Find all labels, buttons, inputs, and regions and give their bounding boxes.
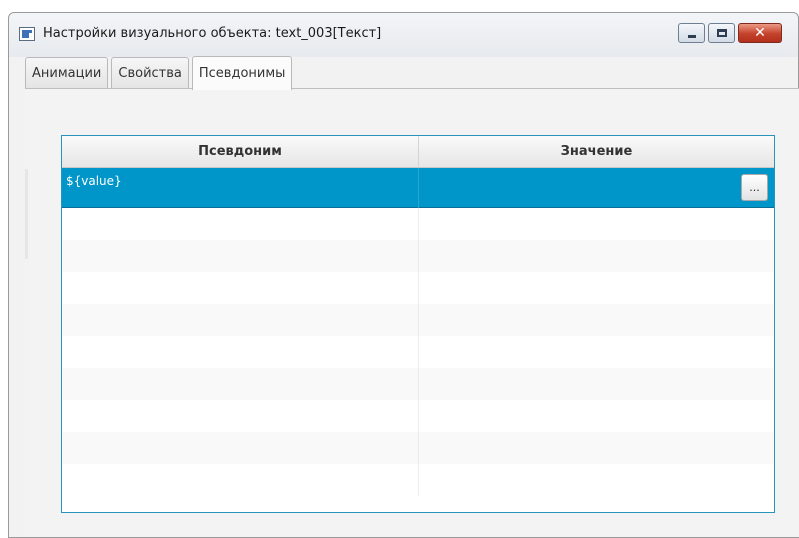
tab-content-panel: Псевдоним Значение ${value} ... <box>25 88 799 537</box>
empty-row <box>62 368 774 400</box>
column-header-value[interactable]: Значение <box>419 136 774 167</box>
table-header: Псевдоним Значение <box>62 136 774 168</box>
minimize-button[interactable] <box>678 23 705 43</box>
close-button[interactable]: ✕ <box>738 23 782 43</box>
title-bar[interactable]: Настройки визуального объекта: text_003[… <box>9 13 798 57</box>
empty-row <box>62 208 774 240</box>
tab-aliases[interactable]: Псевдонимы <box>191 56 293 90</box>
value-cell[interactable]: ... <box>419 168 774 208</box>
empty-row <box>62 304 774 336</box>
empty-row <box>62 272 774 304</box>
panel-edge <box>25 169 28 259</box>
window-app-icon[interactable] <box>19 27 35 41</box>
tab-animations[interactable]: Анимации <box>25 57 109 89</box>
empty-row <box>62 400 774 432</box>
minimize-icon <box>688 35 696 38</box>
close-icon: ✕ <box>754 25 766 41</box>
empty-row <box>62 336 774 368</box>
maximize-icon <box>717 29 727 37</box>
aliases-table: Псевдоним Значение ${value} ... <box>61 135 775 513</box>
empty-row <box>62 240 774 272</box>
maximize-button[interactable] <box>708 23 735 43</box>
empty-row <box>62 464 774 496</box>
settings-window: Настройки визуального объекта: text_003[… <box>8 12 799 538</box>
tab-bar: Анимации Свойства Псевдонимы <box>25 56 295 90</box>
tab-properties[interactable]: Свойства <box>111 57 189 89</box>
column-header-alias[interactable]: Псевдоним <box>62 136 419 167</box>
window-title: Настройки визуального объекта: text_003[… <box>43 26 382 41</box>
alias-cell[interactable]: ${value} <box>62 168 419 208</box>
empty-row <box>62 432 774 464</box>
table-row[interactable]: ${value} ... <box>62 168 774 208</box>
edit-value-button[interactable]: ... <box>741 174 768 201</box>
